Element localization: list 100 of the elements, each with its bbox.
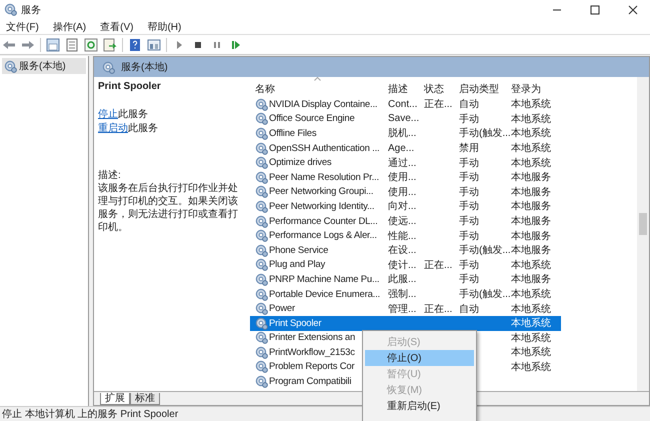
table-cell-text: 本地系统 [511,346,552,360]
table-cell-text: 手动 [459,170,480,184]
table-cell-text: 本地服务 [511,272,552,286]
console-tree-icon[interactable] [46,38,60,52]
table-cell: Peer Networking Identity... [269,200,374,212]
gear-icon [255,244,268,257]
gear-icon [255,316,268,330]
table-cell-text: 本地服务 [511,230,552,243]
column-header[interactable]: 状态 [424,82,459,96]
gear-icon [255,185,268,198]
table-cell-text: 本地系统 [511,302,552,316]
view-tab[interactable]: 扩展 [100,393,130,405]
table-cell: PNRP Machine Name Pu... [269,274,380,285]
status-text: 停止 本地计算机 上的服务 Print Spooler [2,408,178,421]
menu-item[interactable]: 文件(F) [6,20,39,34]
table-cell-text: 手动(触发... [459,126,511,140]
table-cell: Portable Device Enumera... [269,288,380,300]
column-header[interactable]: 登录为 [511,82,561,96]
table-cell: Plug and Play [269,259,326,270]
gear-icon [255,346,268,359]
table-cell-text: 本地系统 [511,316,552,330]
description-label: 描述: [98,168,122,182]
action-text: 重启动此服务 [98,122,159,136]
table-cell-text: 自动 [459,302,480,316]
table-cell-text: 本地系统 [511,112,552,126]
table-cell: Offline Files [269,128,316,139]
table-cell: OpenSSH Authentication ... [269,142,380,154]
gear-icon [255,98,268,111]
table-cell: Performance Logs & Aler... [269,230,377,242]
table-cell-text: 使远... [388,215,418,228]
table-cell-text: 使计... [388,258,418,272]
table-cell-text: 脱机... [388,126,418,140]
gear-icon [255,156,268,170]
gear-icon [255,258,268,272]
action-link[interactable]: 重启动 [98,123,128,134]
table-cell-text: 本地服务 [511,244,552,258]
view-icon[interactable] [147,38,161,52]
table-cell-text: 本地系统 [511,332,552,345]
menu-item[interactable]: 查看(V) [100,20,134,34]
properties-icon[interactable] [65,38,79,52]
table-cell-text: Age... [388,142,416,154]
table-cell-text: 本地服务 [511,170,552,184]
table-cell-text: Save... [388,113,420,124]
selected-row[interactable]: Print Spooler 本地系统 [250,316,561,330]
table-cell-text: 本地系统 [511,360,552,374]
close-icon[interactable] [628,4,638,14]
table-cell: Print Spooler [269,318,322,329]
table-cell-text: 在设... [388,244,418,258]
table-cell-text: 手动 [459,258,480,272]
action-link[interactable]: 停止 [98,109,118,120]
menu-item[interactable]: 操作(A) [52,20,86,34]
table-cell: Peer Networking Groupi... [269,186,374,198]
maximize-icon[interactable] [590,4,600,14]
gear-icon [255,112,268,126]
table-cell: Power [269,303,295,314]
table-cell-text: 本地系统 [511,156,552,170]
gear-icon [255,229,268,242]
menu-option[interactable]: 重新启动(E) [365,398,474,414]
table-cell: Printer Extensions an [269,332,356,344]
table-cell-text: 本地系统 [511,98,552,112]
table-cell-text: 手动 [459,272,480,286]
table-cell: Program Compatibili [269,376,352,388]
export-icon[interactable] [103,38,117,52]
table-cell-text: 手动 [459,214,480,228]
table-cell: PrintWorkflow_2153c [269,346,355,358]
table-cell-text: 手动(触发... [459,244,511,258]
gear-icon [255,360,268,374]
menu-item[interactable]: 帮助(H) [147,20,182,34]
table-cell-text: 本地服务 [511,214,552,228]
gear-icon [255,302,268,316]
column-header[interactable]: 名称 [255,82,388,96]
table-cell-text: 手动 [459,200,480,214]
app-icon [4,3,17,16]
gear-icon [255,214,268,228]
table-cell-text: 自动 [459,98,480,112]
table-cell-text: 手动 [459,112,480,126]
refresh-icon[interactable] [84,38,98,52]
menu-option[interactable]: 停止(O) [365,350,474,366]
view-tab[interactable]: 标准 [130,393,160,405]
table-cell-text: 向对... [388,200,418,214]
tree-item[interactable]: 服务(本地) [2,58,86,74]
table-cell-text: 正在... [424,98,454,112]
gear-icon [255,126,268,140]
gear-icon [255,331,268,344]
gear-icon [255,142,268,155]
gear-icon [255,375,268,388]
table-cell: Problem Reports Cor [269,361,354,372]
table-cell-text: Cont... [388,98,418,110]
service-name: Print Spooler [98,81,162,92]
table-cell: Peer Name Resolution Pr... [269,172,379,183]
table-cell-text: 手动 [459,186,480,199]
column-header[interactable]: 描述 [388,82,424,96]
gear-icon [4,60,17,72]
column-header[interactable]: 启动类型 [459,82,511,96]
table-cell-text: 本地系统 [511,142,552,156]
table-cell: Performance Counter DL... [269,216,378,227]
help-icon[interactable] [128,38,142,52]
table-cell-text: 禁用 [459,142,480,156]
scrollbar-thumb[interactable] [639,213,647,235]
gear-icon [255,170,268,184]
